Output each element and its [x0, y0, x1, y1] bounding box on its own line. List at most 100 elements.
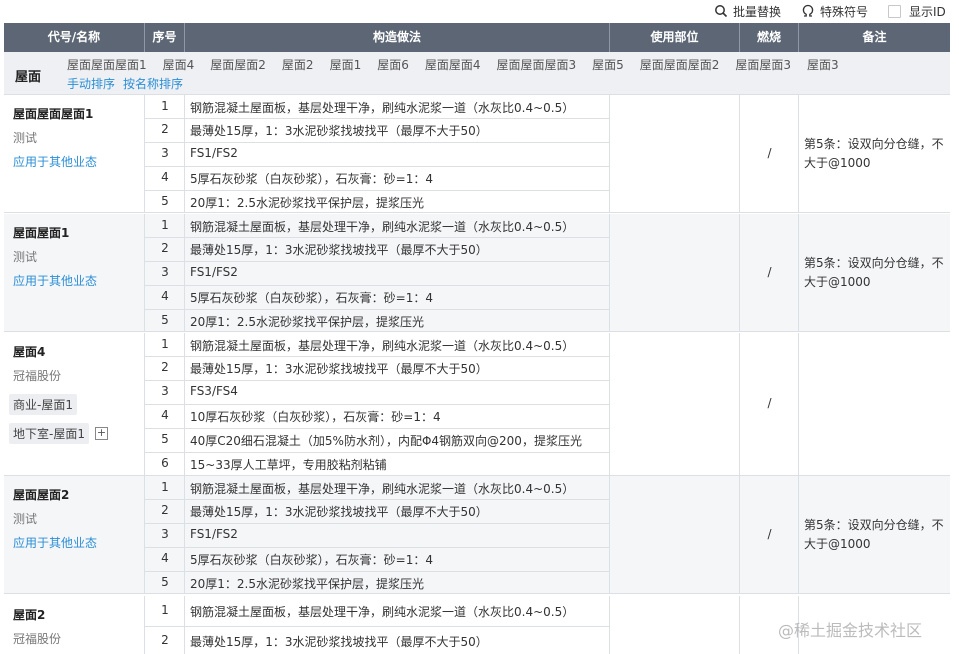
cell-use	[610, 596, 740, 654]
manual-sort-link[interactable]: 手动排序	[67, 75, 115, 92]
filter-tab[interactable]: 屋面6	[377, 56, 409, 73]
row-seq: 1	[161, 218, 169, 232]
note-text: 第5条：设双向分仓缝，不大于@1000	[804, 256, 944, 289]
row-seq: 3	[161, 384, 169, 398]
group-owner: 测试	[13, 131, 38, 145]
row-divider	[145, 523, 610, 524]
show-id-checkbox[interactable]	[888, 4, 901, 18]
row-method-text[interactable]: 15~33厚人工草坪，专用胶粘剂粘铺	[190, 456, 608, 473]
row-divider	[145, 547, 610, 548]
group-owner: 测试	[13, 512, 38, 526]
usage-tag: 地下室-屋面1	[9, 423, 89, 444]
column-header-use: 使用部位	[610, 23, 740, 52]
filter-tab[interactable]: 屋面屋面屋面1	[67, 56, 147, 73]
row-method-text[interactable]: FS3/FS4	[190, 384, 608, 398]
row-method-text[interactable]: 5厚石灰砂浆（白灰砂浆），石灰膏：砂=1：4	[190, 551, 608, 568]
show-id-toggle[interactable]: 显示ID	[888, 3, 946, 19]
sort-links: 手动排序 按名称排序	[67, 75, 191, 92]
row-divider	[145, 261, 610, 262]
row-method-text[interactable]: 20厚1：2.5水泥砂浆找平保护层，提浆压光	[190, 313, 608, 330]
row-method-text[interactable]: 最薄处15厚，1：3水泥砂浆找坡找平（最厚不大于50）	[190, 360, 608, 377]
filter-tab[interactable]: 屋面屋面屋面3	[496, 56, 576, 73]
row-seq: 4	[161, 551, 169, 565]
row-method-text[interactable]: FS1/FS2	[190, 265, 608, 279]
row-method-text[interactable]: 钢筋混凝土屋面板，基层处理干净，刷纯水泥浆一道（水灰比0.4~0.5）	[190, 337, 608, 354]
row-method-text[interactable]: 最薄处15厚，1：3水泥砂浆找坡找平（最厚不大于50）	[190, 122, 608, 139]
row-seq: 2	[161, 360, 169, 374]
row-method-text[interactable]: 20厚1：2.5水泥砂浆找平保护层，提浆压光	[190, 194, 608, 211]
filter-tab[interactable]: 屋面屋面3	[735, 56, 791, 73]
row-seq: 5	[161, 432, 169, 446]
row-divider	[145, 237, 610, 238]
row-seq: 5	[161, 194, 169, 208]
construction-group: 屋面4 冠福股份 商业-屋面1 地下室-屋面1 +1 钢筋混凝土屋面板，基层处理干净，刷纯…	[4, 333, 950, 476]
row-method-text[interactable]: 最薄处15厚，1：3水泥砂浆找坡找平（最厚不大于50）	[190, 241, 608, 258]
row-method-text[interactable]: 5厚石灰砂浆（白灰砂浆），石灰膏：砂=1：4	[190, 170, 608, 187]
row-method-text[interactable]: 钢筋混凝土屋面板，基层处理干净，刷纯水泥浆一道（水灰比0.4~0.5）	[190, 99, 608, 116]
apply-other-link[interactable]: 应用于其他业态	[13, 153, 97, 170]
row-method-text[interactable]: 10厚石灰砂浆（白灰砂浆），石灰膏：砂=1：4	[190, 408, 608, 425]
group-name[interactable]: 屋面4	[13, 343, 45, 360]
group-name[interactable]: 屋面2	[13, 606, 45, 623]
filter-tab[interactable]: 屋面屋面4	[425, 56, 481, 73]
special-chars-button[interactable]: 特殊符号	[801, 3, 868, 19]
construction-group: 屋面屋面2 测试应用于其他业态 1 钢筋混凝土屋面板，基层处理干净，刷纯水泥浆一道（水…	[4, 476, 950, 594]
omega-icon	[801, 4, 815, 18]
row-seq: 2	[161, 503, 169, 517]
category-title: 屋面	[15, 70, 42, 85]
row-method-text[interactable]: FS1/FS2	[190, 146, 608, 160]
filter-tab[interactable]: 屋面4	[163, 56, 195, 73]
row-divider	[145, 285, 610, 286]
batch-replace-button[interactable]: 批量替换	[714, 3, 781, 19]
row-method-text[interactable]: FS1/FS2	[190, 527, 608, 541]
filter-tab[interactable]: 屋面3	[807, 56, 839, 73]
cell-use	[610, 95, 740, 212]
row-seq: 4	[161, 289, 169, 303]
row-seq: 2	[161, 633, 169, 647]
row-method-text[interactable]: 40厚C20细石混凝土（加5%防水剂），内配Φ4钢筋双向@200，提浆压光	[190, 432, 608, 449]
filter-tab[interactable]: 屋面5	[592, 56, 624, 73]
note-text: 第5条：设双向分仓缝，不大于@1000	[804, 518, 944, 551]
usage-tag: 商业-屋面1	[9, 394, 77, 415]
row-seq: 2	[161, 241, 169, 255]
row-seq: 3	[161, 265, 169, 279]
row-divider	[145, 626, 610, 627]
row-seq: 1	[161, 480, 169, 494]
row-divider	[145, 380, 610, 381]
add-tag-icon[interactable]: +	[95, 427, 108, 440]
filter-bar: 屋面 屋面屋面屋面1 屋面4 屋面屋面2 屋面2 屋面1 屋面6 屋面屋面4 屋面屋面屋面3 屋…	[4, 52, 950, 95]
filter-tab[interactable]: 屋面1	[330, 56, 362, 73]
filter-tab[interactable]: 屋面2	[282, 56, 314, 73]
row-divider	[145, 190, 610, 191]
row-method-text[interactable]: 最薄处15厚，1：3水泥砂浆找坡找平（最厚不大于50）	[190, 503, 608, 520]
row-method-text[interactable]: 最薄处15厚，1：3水泥砂浆找坡找平（最厚不大于50）	[190, 633, 608, 650]
filter-tab[interactable]: 屋面屋面2	[210, 56, 266, 73]
column-header-seq: 序号	[145, 23, 185, 52]
row-method-text[interactable]: 20厚1：2.5水泥砂浆找平保护层，提浆压光	[190, 575, 608, 592]
toolbar: 批量替换 特殊符号 显示ID	[0, 0, 959, 22]
row-method-text[interactable]: 钢筋混凝土屋面板，基层处理干净，刷纯水泥浆一道（水灰比0.4~0.5）	[190, 603, 608, 620]
show-id-label: 显示ID	[909, 4, 946, 19]
cell-use	[610, 476, 740, 593]
name-sort-link[interactable]: 按名称排序	[123, 75, 183, 92]
apply-other-link[interactable]: 应用于其他业态	[13, 534, 97, 551]
row-method-text[interactable]: 钢筋混凝土屋面板，基层处理干净，刷纯水泥浆一道（水灰比0.4~0.5）	[190, 480, 608, 497]
group-name[interactable]: 屋面屋面1	[13, 224, 69, 241]
apply-other-link[interactable]: 应用于其他业态	[13, 272, 97, 289]
row-method-text[interactable]: 5厚石灰砂浆（白灰砂浆），石灰膏：砂=1：4	[190, 289, 608, 306]
group-name[interactable]: 屋面屋面2	[13, 486, 69, 503]
group-name[interactable]: 屋面屋面屋面1	[13, 105, 93, 122]
watermark: @稀土掘金技术社区	[778, 621, 923, 640]
row-seq: 4	[161, 170, 169, 184]
row-divider	[145, 166, 610, 167]
group-owner: 冠福股份	[13, 632, 62, 646]
cell-use	[610, 214, 740, 331]
group-owner: 测试	[13, 250, 38, 264]
filter-tab[interactable]: 屋面屋面屋面2	[640, 56, 720, 73]
row-seq: 1	[161, 337, 169, 351]
burn-value: /	[767, 396, 772, 410]
row-method-text[interactable]: 钢筋混凝土屋面板，基层处理干净，刷纯水泥浆一道（水灰比0.4~0.5）	[190, 218, 608, 235]
filter-tabs: 屋面屋面屋面1 屋面4 屋面屋面2 屋面2 屋面1 屋面6 屋面屋面4 屋面屋面屋面3 屋面5 屋…	[67, 56, 855, 73]
cell-note	[799, 333, 950, 475]
column-header-method: 构造做法	[185, 23, 610, 52]
